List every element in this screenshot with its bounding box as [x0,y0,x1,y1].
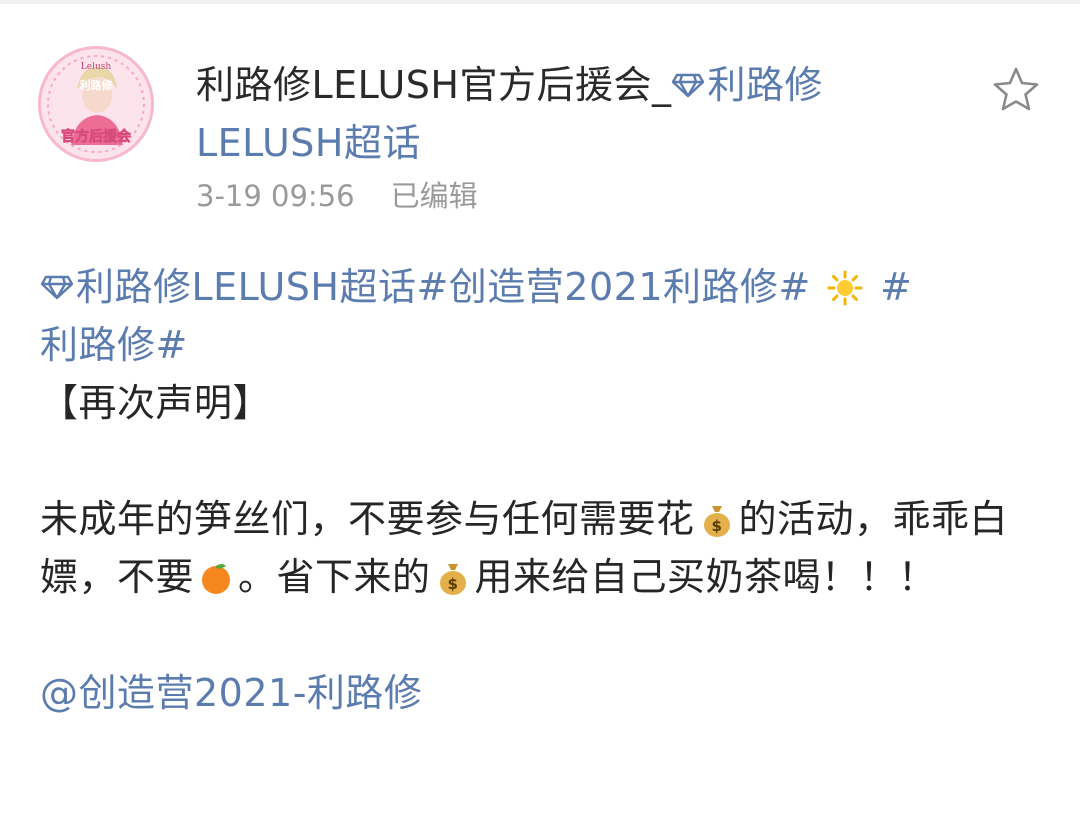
avatar-text-mid: 利路修 [80,78,114,92]
avatar[interactable]: Lelush 利路修 官方后援会 [38,46,154,162]
edited-label[interactable]: 已编辑 [391,179,478,213]
svg-text:$: $ [711,517,722,535]
avatar-text-bottom: 官方后援会 [61,128,132,145]
hashtag-topic-2-hash: # [880,265,913,309]
money-bag-emoji: $ [439,564,466,595]
svg-text:$: $ [447,575,458,593]
star-outline-icon [993,67,1039,111]
post-timestamp: 3-19 09:56 [196,179,355,213]
supertalk-topic-text: 利路修LELUSH超话 [76,265,417,309]
hashtag-topic-2-text: 利路修# [40,323,188,367]
hashtag-topic-1[interactable]: #创造营2021利路修# [416,265,810,309]
body-text-4: 用来给自己买奶茶喝！！！ [474,555,937,599]
money-bag-emoji: $ [703,506,730,537]
body-text-3: 。省下来的 [238,555,431,599]
avatar-text-top: Lelush [81,62,112,72]
post-meta: 3-19 09:56 已编辑 [196,176,478,216]
supertalk-diamond-icon [672,73,705,98]
post-body: 未成年的笋丝们，不要参与任何需要花 $ 的活动，乖乖白嫖，不要 。省下来的 $ 用来给自己… [40,490,1050,606]
avatar-image: Lelush 利路修 官方后援会 [41,49,151,159]
favorite-button[interactable] [990,64,1042,116]
topics-line: 利路修LELUSH超话#创造营2021利路修# # 利路修# [40,258,1050,374]
author-name[interactable]: 利路修LELUSH官方后援会_ [196,63,671,107]
tangerine-emoji [202,564,231,594]
body-text-1: 未成年的笋丝们，不要参与任何需要花 [40,497,695,541]
post-content: 利路修LELUSH超话#创造营2021利路修# # 利路修# 【再次声明】 未成年… [40,258,1050,722]
supertalk-diamond-icon [40,275,74,300]
supertalk-topic-link[interactable]: 利路修LELUSH超话 [40,265,416,309]
post-heading: 【再次声明】 [40,381,272,425]
sun-emoji [827,270,863,306]
mention-link[interactable]: @创造营2021-利路修 [40,664,1050,722]
post-header: 利路修LELUSH官方后援会_ 利路修LELUSH超话 [196,56,876,172]
top-divider [0,0,1080,4]
